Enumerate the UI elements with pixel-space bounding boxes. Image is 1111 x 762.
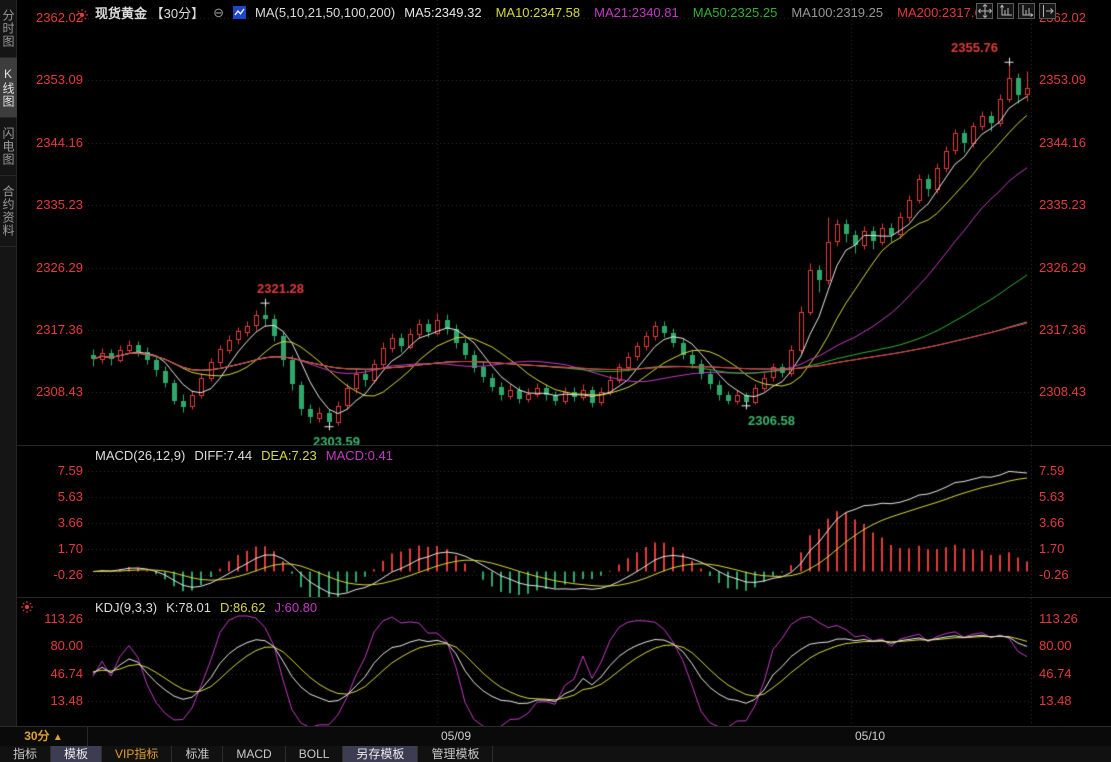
macd-y-label: 3.66 — [21, 516, 83, 530]
tab-save-template[interactable]: 另存模板 — [343, 746, 418, 762]
sidebar: 分时图K线图闪电图合约资料 — [0, 0, 17, 745]
ma-value: MA100:2319.25 — [791, 5, 883, 20]
ma-value: MA50:2325.25 — [693, 5, 778, 20]
ma-values: MA5:2349.32 MA10:2347.58 MA21:2340.81 MA50:… — [404, 5, 989, 20]
sidebar-item-fenshi[interactable]: 分时图 — [0, 0, 17, 58]
main-y-label: 2317.36 — [21, 323, 83, 337]
tab-manage-template[interactable]: 管理模板 — [418, 746, 493, 762]
tab-vip-indicator[interactable]: VIP指标 — [102, 746, 172, 762]
kdj-y-label: 13.48 — [1039, 694, 1109, 708]
kdj-y-label: 113.26 — [1039, 612, 1109, 626]
macd-y-label: 7.59 — [1039, 464, 1109, 478]
kdj-j-value: J:60.80 — [275, 600, 318, 615]
kdj-label: KDJ(9,3,3) — [95, 600, 157, 615]
tab-indicator[interactable]: 指标 — [0, 746, 51, 762]
macd-y-label: 5.63 — [21, 490, 83, 504]
kdj-y-label: 80.00 — [21, 639, 83, 653]
macd-macd-value: MACD:0.41 — [326, 448, 393, 463]
ma-value: MA21:2340.81 — [594, 5, 679, 20]
macd-y-label: 7.59 — [21, 464, 83, 478]
main-settings-icon[interactable] — [76, 9, 88, 21]
tab-macd[interactable]: MACD — [223, 746, 285, 762]
x-axis-date-label: 05/09 — [441, 729, 471, 743]
tab-standard[interactable]: 标准 — [172, 746, 223, 762]
main-y-label: 2353.09 — [21, 73, 83, 87]
macd-label: MACD(26,12,9) — [95, 448, 185, 463]
main-y-label: 2308.43 — [1039, 385, 1109, 399]
symbol-title: 现货黄金 【30分】 — [95, 3, 204, 22]
ma-chart-icon — [233, 6, 246, 19]
kdj-y-label: 13.48 — [21, 694, 83, 708]
x-axis-date-label: 05/10 — [855, 729, 885, 743]
ma-value: MA5:2349.32 — [404, 5, 481, 20]
tab-boll[interactable]: BOLL — [286, 746, 344, 762]
main-y-label: 2335.23 — [1039, 198, 1109, 212]
tab-template[interactable]: 模板 — [51, 746, 102, 762]
shift-right-icon[interactable] — [1039, 3, 1056, 19]
kdj-header: KDJ(9,3,3) K:78.01 D:86.62 J:60.80 — [95, 600, 317, 615]
period-selector[interactable]: 30分 ▲ — [0, 727, 88, 746]
main-chart-header: 现货黄金 【30分】 ⊖ MA(5,10,21,50,100,200) MA5:… — [95, 3, 989, 22]
macd-canvas[interactable] — [88, 446, 1032, 597]
sidebar-item-kline[interactable]: K线图 — [0, 58, 17, 118]
pan-icon[interactable] — [976, 3, 993, 19]
macd-diff-value: DIFF:7.44 — [194, 448, 252, 463]
main-y-label: 2335.23 — [21, 198, 83, 212]
chart-toolbar — [976, 3, 1056, 19]
period-arrow-icon: ▲ — [53, 732, 63, 743]
trading-app-window: 分时图K线图闪电图合约资料 现货黄金 【30分】 ⊖ MA(5,10,21,50… — [0, 0, 1111, 762]
main-y-label: 2326.29 — [21, 261, 83, 275]
sidebar-item-heyue[interactable]: 合约资料 — [0, 176, 17, 247]
main-chart-canvas[interactable] — [88, 0, 1032, 445]
period-label: 30分 — [24, 729, 49, 743]
macd-header: MACD(26,12,9) DIFF:7.44 DEA:7.23 MACD:0.… — [95, 448, 393, 463]
period-badge: 【30分】 — [151, 6, 204, 21]
ma-group-label: MA(5,10,21,50,100,200) — [255, 5, 395, 20]
main-y-label: 2326.29 — [1039, 261, 1109, 275]
bottom-tabbar: 指标模板VIP指标标准MACDBOLL另存模板管理模板 — [0, 746, 1111, 762]
kdj-canvas[interactable] — [88, 598, 1032, 726]
main-y-label: 2344.16 — [1039, 136, 1109, 150]
axis-zoom-icon[interactable] — [997, 3, 1014, 19]
kdj-y-label: 46.74 — [21, 667, 83, 681]
ma-value: MA10:2347.58 — [496, 5, 581, 20]
main-y-label: 2308.43 — [21, 385, 83, 399]
main-y-label: 2344.16 — [21, 136, 83, 150]
kdj-settings-icon[interactable] — [21, 601, 33, 613]
macd-dea-value: DEA:7.23 — [261, 448, 317, 463]
axis-scale-icon[interactable] — [1018, 3, 1035, 19]
sidebar-item-shandian[interactable]: 闪电图 — [0, 118, 17, 176]
macd-y-label: 1.70 — [21, 542, 83, 556]
macd-y-label: -0.26 — [1039, 568, 1109, 582]
kdj-y-label: 113.26 — [21, 612, 83, 626]
macd-y-label: 5.63 — [1039, 490, 1109, 504]
kdj-y-label: 46.74 — [1039, 667, 1109, 681]
kdj-y-label: 80.00 — [1039, 639, 1109, 653]
collapse-icon[interactable]: ⊖ — [213, 5, 224, 21]
macd-y-label: 1.70 — [1039, 542, 1109, 556]
main-y-label: 2317.36 — [1039, 323, 1109, 337]
macd-y-label: -0.26 — [21, 568, 83, 582]
main-y-label: 2353.09 — [1039, 73, 1109, 87]
macd-y-label: 3.66 — [1039, 516, 1109, 530]
x-axis-strip: 30分 ▲ 05/09 05/10 — [0, 726, 1111, 747]
kdj-k-value: K:78.01 — [166, 600, 211, 615]
main-y-label: 2362.02 — [21, 11, 83, 25]
kdj-d-value: D:86.62 — [220, 600, 266, 615]
